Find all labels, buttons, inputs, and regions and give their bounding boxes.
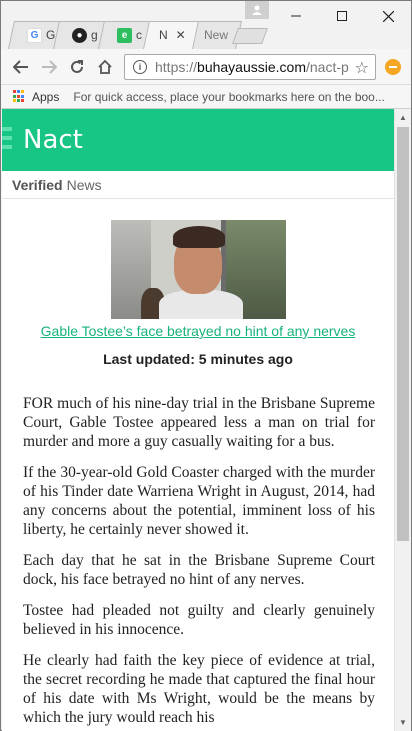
vertical-scrollbar[interactable]: ▲ ▼ xyxy=(394,109,411,731)
subtitle-news: News xyxy=(66,176,102,193)
article-paragraph: He clearly had faith the key piece of ev… xyxy=(23,652,375,726)
back-button[interactable] xyxy=(9,55,33,79)
scroll-down-arrow-icon[interactable]: ▼ xyxy=(395,714,411,731)
home-button[interactable] xyxy=(93,55,117,79)
bookmarks-bar: Apps For quick access, place your bookma… xyxy=(1,85,411,109)
image-caption-link[interactable]: Gable Tostee’s face betrayed no hint of … xyxy=(2,323,394,339)
browser-toolbar: i https://buhayaussie.com/nact-p ☆ xyxy=(1,49,411,85)
reload-button[interactable] xyxy=(65,55,89,79)
apps-link[interactable]: Apps xyxy=(32,90,59,104)
menu-icon[interactable] xyxy=(2,127,12,149)
google-icon: G xyxy=(27,27,42,43)
scrollbar-thumb[interactable] xyxy=(397,127,409,541)
article-paragraph: Tostee had pleaded not guilty and clearl… xyxy=(23,602,375,638)
close-window-button[interactable] xyxy=(365,1,411,31)
site-title[interactable]: Nact xyxy=(23,125,83,155)
site-subtitle: Verified News xyxy=(2,171,394,199)
last-updated: Last updated: 5 minutes ago xyxy=(103,351,293,367)
page-content: Nact Verified News Gable Tostee’s face b… xyxy=(2,109,394,731)
tab-google[interactable]: G G xyxy=(19,21,59,49)
bookmark-star-icon[interactable]: ☆ xyxy=(355,58,369,78)
article-paragraph: FOR much of his nine-day trial in the Br… xyxy=(23,395,375,450)
url-path: /nact-p xyxy=(305,59,349,75)
extension-icon[interactable] xyxy=(385,59,401,75)
tab-evernote[interactable]: e c xyxy=(109,21,149,49)
tab-github[interactable]: ● g xyxy=(64,21,104,49)
minimize-button[interactable] xyxy=(273,1,319,31)
site-header: Nact xyxy=(2,109,394,171)
article-paragraph: If the 30-year-old Gold Coaster charged … xyxy=(23,464,375,538)
article-body: FOR much of his nine-day trial in the Br… xyxy=(23,394,375,731)
scroll-up-arrow-icon[interactable]: ▲ xyxy=(395,109,411,126)
new-tab-button[interactable] xyxy=(232,28,268,44)
tab-label: g xyxy=(91,28,98,42)
browser-window: G G ● g e c N ✕ New i https://buhayaussi… xyxy=(0,0,412,731)
address-bar[interactable]: i https://buhayaussie.com/nact-p ☆ xyxy=(124,54,376,80)
tab-label: N xyxy=(159,28,168,42)
article-image[interactable] xyxy=(111,220,286,319)
article-paragraph: Each day that he sat in the Brisbane Sup… xyxy=(23,552,375,588)
subtitle-verified: Verified xyxy=(12,176,63,193)
bookmarks-hint: For quick access, place your bookmarks h… xyxy=(73,89,385,104)
url-host: buhayaussie.com xyxy=(197,59,306,75)
url-scheme: https:// xyxy=(155,59,198,75)
profile-icon[interactable] xyxy=(245,1,269,19)
tab-new[interactable]: New xyxy=(196,21,236,49)
tab-active[interactable]: N ✕ xyxy=(151,21,196,49)
tab-label: New xyxy=(204,28,229,42)
tab-strip: G G ● g e c N ✕ New xyxy=(1,1,411,49)
evernote-icon: e xyxy=(117,27,132,43)
apps-grid-icon[interactable] xyxy=(13,90,26,103)
url-text[interactable]: https://buhayaussie.com/nact-p xyxy=(155,59,355,75)
info-icon[interactable]: i xyxy=(133,60,147,74)
tab-label: c xyxy=(136,28,142,42)
close-icon[interactable]: ✕ xyxy=(176,28,186,42)
tab-label: G xyxy=(46,28,56,42)
github-icon: ● xyxy=(72,27,87,43)
forward-button[interactable] xyxy=(37,55,61,79)
maximize-button[interactable] xyxy=(319,1,365,31)
